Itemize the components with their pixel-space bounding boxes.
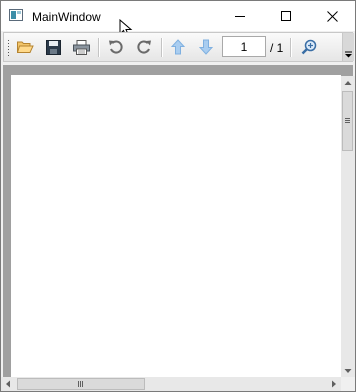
grip-lines-icon: [78, 381, 83, 387]
chevron-down-icon: [345, 51, 352, 58]
magnifier-icon: [301, 39, 317, 55]
scroll-up-arrow-icon[interactable]: [341, 76, 355, 90]
title-bar[interactable]: MainWindow: [1, 1, 355, 38]
page-number-input[interactable]: [222, 36, 266, 57]
arrow-up-icon: [171, 39, 185, 55]
toolbar-grip[interactable]: [7, 40, 10, 56]
close-icon: [326, 10, 338, 22]
zoom-button[interactable]: [298, 36, 320, 58]
vertical-scrollbar[interactable]: [341, 76, 355, 378]
previous-page-button[interactable]: [167, 36, 189, 58]
rotate-left-icon: [109, 40, 123, 54]
window-title: MainWindow: [32, 10, 101, 24]
grip-lines-icon: [345, 118, 350, 123]
close-button[interactable]: [309, 1, 355, 31]
arrow-down-icon: [199, 39, 213, 55]
page-total-label: / 1: [270, 41, 284, 55]
horizontal-scrollbar[interactable]: [1, 377, 341, 391]
vertical-scroll-thumb[interactable]: [342, 91, 353, 151]
folder-open-icon: [16, 41, 34, 53]
scroll-down-arrow-icon[interactable]: [341, 364, 355, 378]
minimize-button[interactable]: [217, 1, 263, 31]
maximize-icon: [281, 11, 291, 21]
app-icon: [9, 9, 23, 21]
document-page: [11, 75, 341, 377]
scrollbar-corner: [341, 377, 355, 391]
rotate-right-icon: [137, 40, 151, 54]
print-icon: [72, 39, 90, 55]
toolbar-overflow-button[interactable]: [342, 33, 354, 61]
save-icon: [45, 39, 61, 55]
rotate-left-button[interactable]: [105, 36, 127, 58]
minimize-icon: [235, 16, 245, 17]
open-button[interactable]: [14, 36, 36, 58]
next-page-button[interactable]: [195, 36, 217, 58]
scroll-left-arrow-icon[interactable]: [1, 377, 15, 391]
scroll-right-arrow-icon[interactable]: [327, 377, 341, 391]
rotate-right-button[interactable]: [133, 36, 155, 58]
print-button[interactable]: [70, 36, 92, 58]
toolbar-separator: [290, 38, 292, 57]
maximize-button[interactable]: [263, 1, 309, 31]
toolbar-separator: [161, 38, 163, 57]
main-window: MainWindow 1 / 1: [0, 0, 356, 392]
toolbar-separator: [98, 38, 100, 57]
document-viewer[interactable]: [3, 65, 353, 377]
save-button[interactable]: [42, 36, 64, 58]
document-toolbar: / 1: [3, 32, 354, 62]
horizontal-scroll-thumb[interactable]: [17, 378, 145, 390]
